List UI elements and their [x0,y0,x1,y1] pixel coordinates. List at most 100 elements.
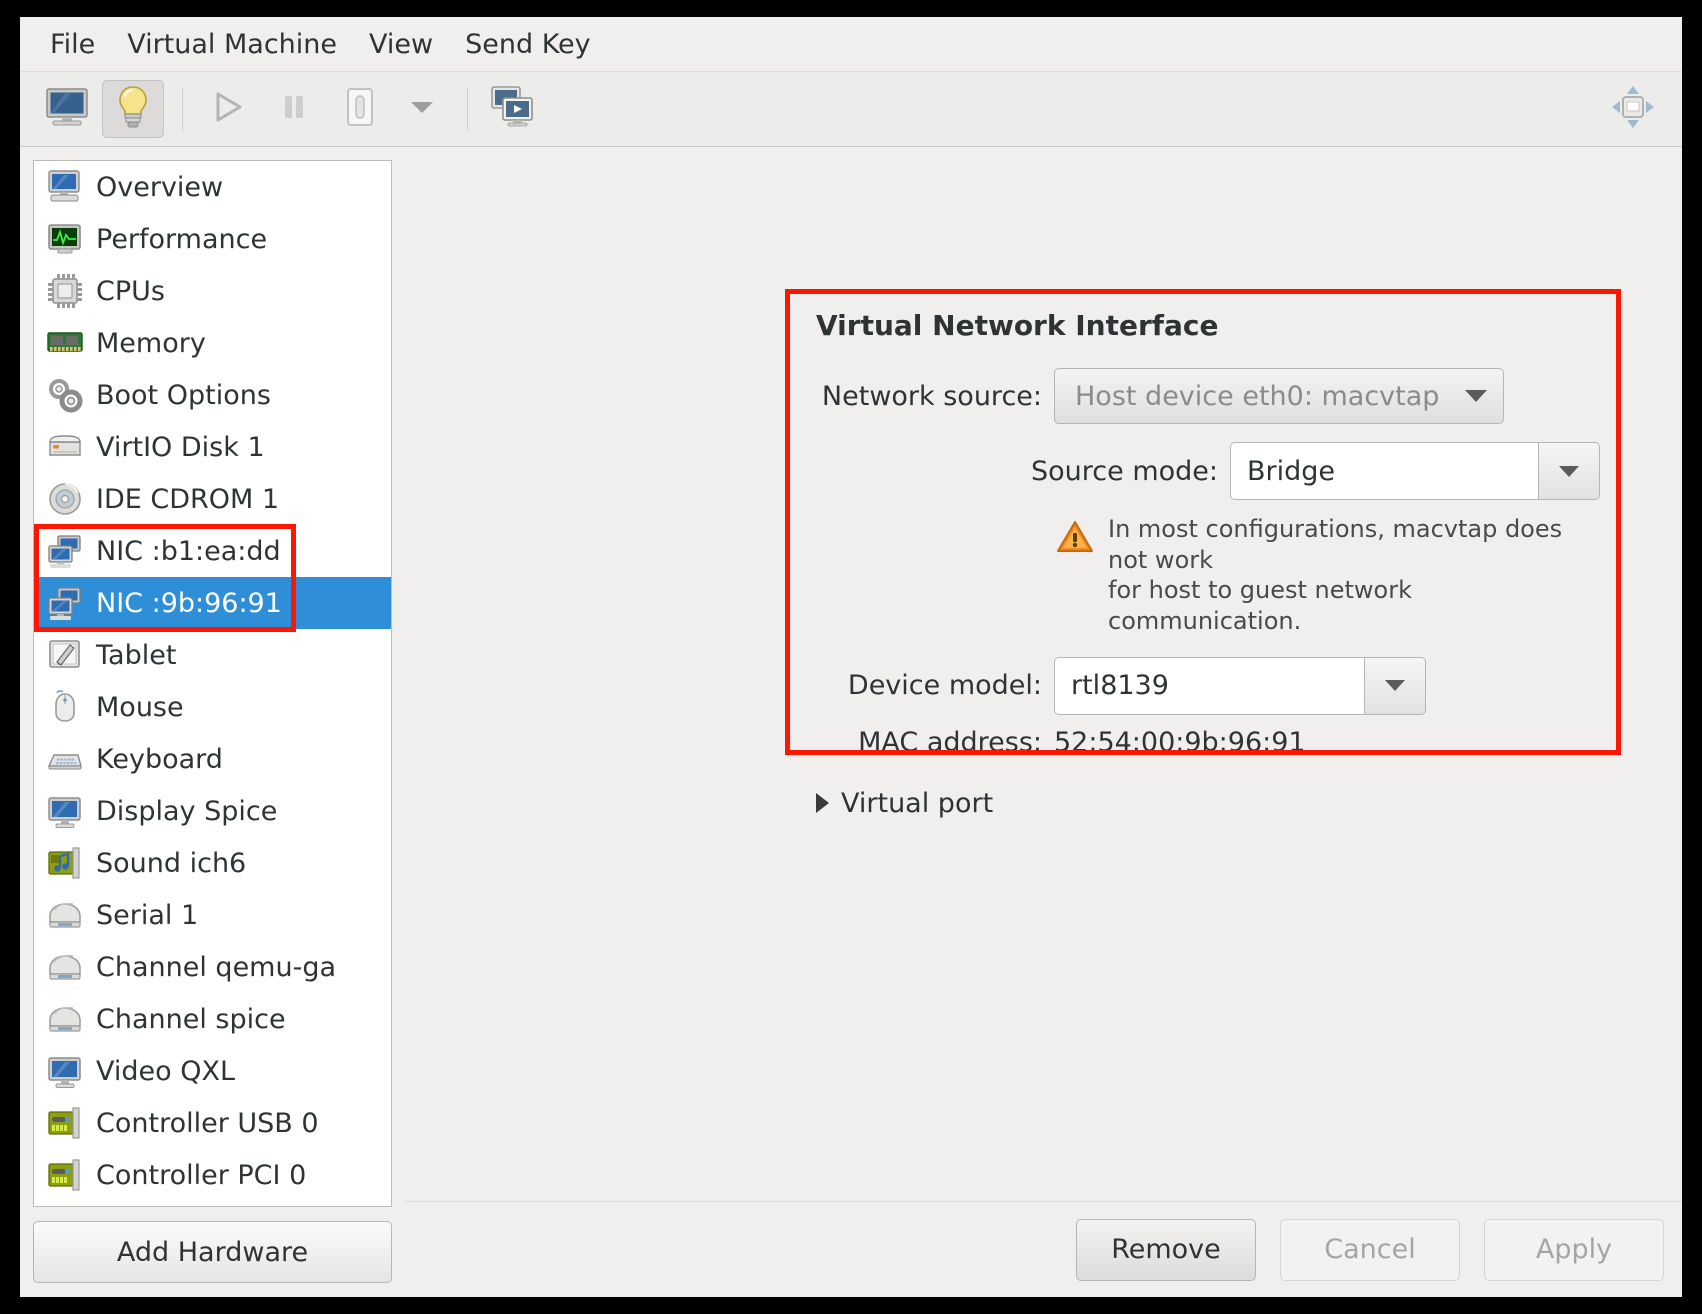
sidebar-item-label: NIC :9b:96:91 [96,587,282,619]
serial-port-icon [44,998,86,1040]
menu-view[interactable]: View [353,27,449,62]
memory-ram-icon [44,322,86,364]
mac-address-row: MAC address: 52:54:00:9b:96:91 [814,729,1592,756]
cpu-chip-icon [44,270,86,312]
sidebar-item-serial-1[interactable]: Serial 1 [34,889,391,941]
remove-button[interactable]: Remove [1076,1218,1256,1281]
sidebar-item-virtio-disk-1[interactable]: VirtIO Disk 1 [34,421,391,473]
sidebar-item-label: Overview [96,171,224,203]
sidebar-item-label: IDE CDROM 1 [96,483,280,515]
sidebar-item-label: NIC :b1:ea:dd [96,535,281,567]
toolbar-separator-1 [182,87,183,131]
virt-manager-window: File Virtual Machine View Send Key Overv… [20,17,1682,1297]
network-source-combobox[interactable]: Host device eth0: macvtap [1054,368,1505,424]
sidebar-item-video-qxl[interactable]: Video QXL [34,1045,391,1097]
virtual-port-expander[interactable]: Virtual port [816,790,1592,817]
detail-column: Virtual Network Interface Network source… [404,147,1682,1297]
snapshots-button[interactable] [482,80,544,138]
sidebar-item-overview[interactable]: Overview [34,161,391,213]
display-icon [44,790,86,832]
sidebar-item-memory[interactable]: Memory [34,317,391,369]
sidebar-item-display-spice[interactable]: Display Spice [34,785,391,837]
panel-footer: Remove Cancel Apply [404,1201,1682,1297]
network-interface-form: Virtual Network Interface Network source… [790,294,1616,817]
source-mode-combobox[interactable]: Bridge [1230,442,1600,500]
computer-icon [44,166,86,208]
sidebar-item-label: Serial 1 [96,899,199,931]
cancel-button-label: Cancel [1324,1234,1416,1265]
sidebar-item-label: Sound ich6 [96,847,247,879]
source-mode-row: Source mode: Bridge [814,442,1600,500]
sidebar-item-tablet[interactable]: Tablet [34,629,391,681]
hardware-list[interactable]: Overview Performance CPUs Memory Boot Option… [33,160,392,1207]
macvtap-warning-text: In most configurations, macvtap does not… [1108,514,1592,637]
menu-virtual-machine[interactable]: Virtual Machine [111,27,353,62]
pci-card-icon [44,1154,86,1196]
shutdown-menu-button[interactable] [395,80,449,138]
sidebar-item-mouse[interactable]: Mouse [34,681,391,733]
sidebar-item-label: CPUs [96,275,165,307]
device-model-dropdown-button[interactable] [1364,656,1426,715]
remove-button-label: Remove [1111,1234,1221,1265]
pause-button[interactable] [263,80,325,138]
sidebar-item-nic-9b-96-91[interactable]: NIC :9b:96:91 [34,577,391,629]
monitor-console-icon [45,87,89,131]
chevron-down-icon [1385,680,1405,692]
sidebar-item-cpus[interactable]: CPUs [34,265,391,317]
network-source-row: Network source: Host device eth0: macvta… [814,368,1592,424]
sound-card-icon [44,842,86,884]
macvtap-warning: In most configurations, macvtap does not… [1056,514,1592,637]
sidebar-item-sound-ich6[interactable]: Sound ich6 [34,837,391,889]
pci-card-icon [44,1102,86,1144]
content-area: Overview Performance CPUs Memory Boot Option… [20,147,1682,1297]
sidebar-item-keyboard[interactable]: Keyboard [34,733,391,785]
sidebar-item-label: Channel qemu-ga [96,951,337,983]
source-mode-input[interactable]: Bridge [1230,442,1538,500]
network-source-label: Network source: [821,380,1042,412]
show-console-button[interactable] [36,80,98,138]
source-mode-dropdown-button[interactable] [1538,442,1600,500]
sidebar-item-label: Memory [96,327,206,359]
add-hardware-label: Add Hardware [116,1236,309,1268]
device-model-input[interactable]: rtl8139 [1054,656,1364,715]
network-interface-panel: Virtual Network Interface Network source… [404,147,1682,1201]
network-card-icon [44,582,86,624]
fullscreen-expand-button[interactable] [1610,86,1656,132]
sidebar-item-ide-cdrom-1[interactable]: IDE CDROM 1 [34,473,391,525]
menu-send-key[interactable]: Send Key [449,27,607,62]
device-model-combobox[interactable]: rtl8139 [1054,656,1426,715]
virtual-port-label: Virtual port [841,787,994,819]
sidebar-item-performance[interactable]: Performance [34,213,391,265]
cancel-button[interactable]: Cancel [1280,1218,1460,1281]
network-card-icon [44,530,86,572]
macvtap-warning-line1: In most configurations, macvtap does not… [1108,515,1563,574]
sidebar-item-label: Video QXL [96,1055,236,1087]
serial-port-icon [44,946,86,988]
sidebar-item-label: Controller PCI 0 [96,1159,307,1191]
shutdown-button[interactable] [329,80,391,138]
add-hardware-button[interactable]: Add Hardware [33,1221,392,1283]
show-details-button[interactable] [102,80,164,138]
sidebar-item-label: Performance [96,223,268,255]
pause-icon [277,90,311,128]
power-shutdown-icon [345,87,375,131]
lightbulb-details-icon [116,85,150,133]
snapshots-icon [489,85,537,133]
sidebar-item-nic-b1-ea-dd[interactable]: NIC :b1:ea:dd [34,525,391,577]
sidebar-item-label: Channel spice [96,1003,286,1035]
sidebar-item-channel-spice[interactable]: Channel spice [34,993,391,1045]
sidebar-item-boot-options[interactable]: Boot Options [34,369,391,421]
sidebar-item-label: Tablet [96,639,177,671]
menu-file[interactable]: File [34,27,111,62]
macvtap-warning-line2: for host to guest network communication. [1108,576,1413,636]
run-button[interactable] [197,80,259,138]
tablet-pen-icon [44,634,86,676]
toolbar-separator-2 [467,87,468,131]
mac-address-value: 52:54:00:9b:96:91 [1054,726,1306,758]
sidebar-item-controller-usb-0[interactable]: Controller USB 0 [34,1097,391,1149]
sidebar-item-controller-pci-0[interactable]: Controller PCI 0 [34,1149,391,1201]
page-title: Virtual Network Interface [816,309,1219,342]
apply-button[interactable]: Apply [1484,1218,1664,1281]
sidebar-item-channel-qemu-ga[interactable]: Channel qemu-ga [34,941,391,993]
sidebar-item-label: VirtIO Disk 1 [96,431,265,463]
